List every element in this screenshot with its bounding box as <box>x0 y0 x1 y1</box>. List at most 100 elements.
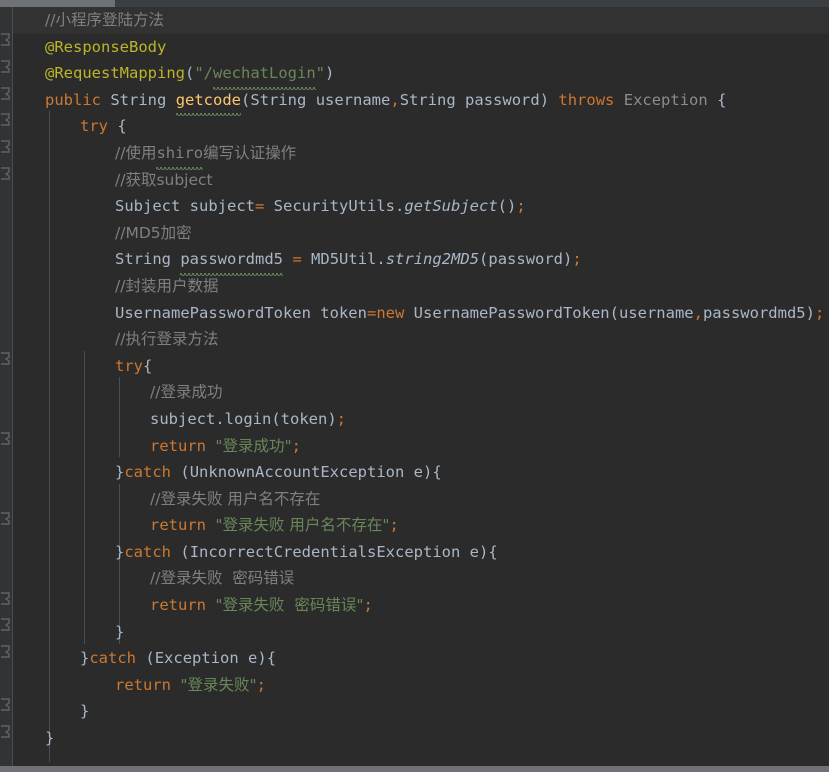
code-line[interactable]: Subject subject= SecurityUtils.getSubjec… <box>13 193 829 220</box>
code-line[interactable]: UsernamePasswordToken token=new Username… <box>13 300 829 327</box>
code-token: ( <box>180 463 190 482</box>
code-token: wechatLogin <box>213 60 316 90</box>
code-token: (username <box>609 303 694 322</box>
code-token: throws <box>558 90 615 109</box>
code-token: ; <box>336 409 347 428</box>
code-token: ( <box>145 649 155 668</box>
code-token: try <box>115 356 143 375</box>
code-line[interactable]: return "登录失败 用户名不存在"; <box>13 512 829 539</box>
code-token: } <box>45 729 55 748</box>
code-line[interactable]: //登录失败 用户名不存在 <box>13 486 829 513</box>
code-token: //登录成功 <box>150 383 223 402</box>
code-token: UsernamePasswordToken <box>413 303 610 322</box>
code-line[interactable]: try{ <box>13 353 829 380</box>
code-token: catch <box>124 542 172 561</box>
code-token: catch <box>89 649 137 668</box>
fold-marker-collapse[interactable] <box>0 87 12 100</box>
code-line[interactable]: //执行登录方法 <box>13 326 829 353</box>
code-token: 编写认证操作 <box>203 143 297 162</box>
code-token: Exception <box>154 649 239 668</box>
fold-marker-collapse[interactable] <box>0 33 12 46</box>
code-token: "登录成功" <box>215 436 292 455</box>
code-token: } <box>115 622 125 641</box>
code-line[interactable]: }catch (UnknownAccountException e){ <box>13 459 829 486</box>
fold-marker-collapse[interactable] <box>0 698 12 711</box>
code-line[interactable]: } <box>13 698 829 725</box>
code-token: e <box>404 463 424 482</box>
code-token: ) <box>539 90 550 109</box>
fold-marker-collapse[interactable] <box>0 725 12 738</box>
code-editor: //小程序登陆方法 @ResponseBody @RequestMapping("/… <box>0 0 829 772</box>
code-token: = <box>254 197 265 216</box>
code-line[interactable] <box>13 752 829 766</box>
code-surface[interactable]: //小程序登陆方法 @ResponseBody @RequestMapping("/… <box>13 7 829 766</box>
fold-marker-collapse[interactable] <box>0 645 12 658</box>
code-token: login <box>224 409 272 428</box>
code-line[interactable]: return "登录失败"; <box>13 672 829 699</box>
code-line[interactable]: String passwordmd5 = MD5Util.string2MD5(… <box>13 246 829 276</box>
fold-marker-collapse[interactable] <box>0 113 12 126</box>
code-line[interactable]: }catch (IncorrectCredentialsException e)… <box>13 539 829 566</box>
code-token: { <box>488 542 498 561</box>
code-line[interactable]: //封装用户数据 <box>13 273 829 300</box>
code-line[interactable]: }catch (Exception e){ <box>13 645 829 672</box>
code-token: getSubject <box>404 197 498 216</box>
code-token: //MD5加密 <box>115 223 192 242</box>
code-line[interactable]: //登录成功 <box>13 379 829 406</box>
code-token: "登录失败 密码错误" <box>215 596 364 615</box>
code-line[interactable]: return "登录失败 密码错误"; <box>13 592 829 619</box>
code-token: try <box>80 117 108 136</box>
code-line[interactable]: subject.login(token); <box>13 406 829 433</box>
fold-marker-collapse[interactable] <box>0 167 12 180</box>
gutter-divider <box>12 7 13 766</box>
code-line[interactable]: @RequestMapping("/wechatLogin") <box>13 60 829 90</box>
fold-marker-collapse[interactable] <box>0 512 12 525</box>
code-line[interactable]: //登录失败 密码错误 <box>13 565 829 592</box>
fold-marker-collapse[interactable] <box>0 592 12 605</box>
fold-marker-collapse[interactable] <box>0 432 12 445</box>
code-token: //小程序登陆方法 <box>45 11 164 29</box>
code-token: ; <box>291 436 301 455</box>
fold-marker-collapse[interactable] <box>0 618 12 631</box>
code-token: { <box>117 117 127 136</box>
horizontal-scrollbar[interactable] <box>0 0 829 7</box>
code-token: String <box>250 90 307 109</box>
code-token: String <box>399 90 456 109</box>
code-token: shiro <box>156 140 203 170</box>
fold-marker-collapse[interactable] <box>0 352 12 365</box>
code-content[interactable]: //小程序登陆方法 @ResponseBody @RequestMapping("/… <box>13 7 829 766</box>
code-line[interactable]: //小程序登陆方法 <box>13 7 829 34</box>
code-line[interactable]: //获取subject <box>13 167 829 194</box>
code-token: { <box>717 90 727 109</box>
code-line[interactable]: @ResponseBody <box>13 34 829 61</box>
code-line[interactable]: } <box>13 619 829 646</box>
code-token: MD5Util <box>311 250 377 269</box>
horizontal-scrollbar-thumb[interactable] <box>0 0 115 7</box>
code-line[interactable]: public String getcode(String username,St… <box>13 87 829 116</box>
code-token: ( <box>180 542 190 561</box>
code-token: //登录失败 密码错误 <box>150 569 295 588</box>
code-line[interactable]: //MD5加密 <box>13 220 829 247</box>
fold-marker-collapse[interactable] <box>0 60 12 73</box>
code-token: Subject <box>115 197 181 216</box>
fold-marker-collapse[interactable] <box>0 140 12 153</box>
code-line[interactable]: //使用shiro编写认证操作 <box>13 140 829 170</box>
code-token: return <box>115 675 171 694</box>
code-line[interactable]: try { <box>13 113 829 140</box>
code-token: ) <box>257 649 267 668</box>
code-token: @ResponseBody <box>45 37 167 56</box>
code-line[interactable]: } <box>13 725 829 752</box>
code-token: ( <box>184 64 195 83</box>
code-line[interactable]: return "登录成功"; <box>13 433 829 460</box>
